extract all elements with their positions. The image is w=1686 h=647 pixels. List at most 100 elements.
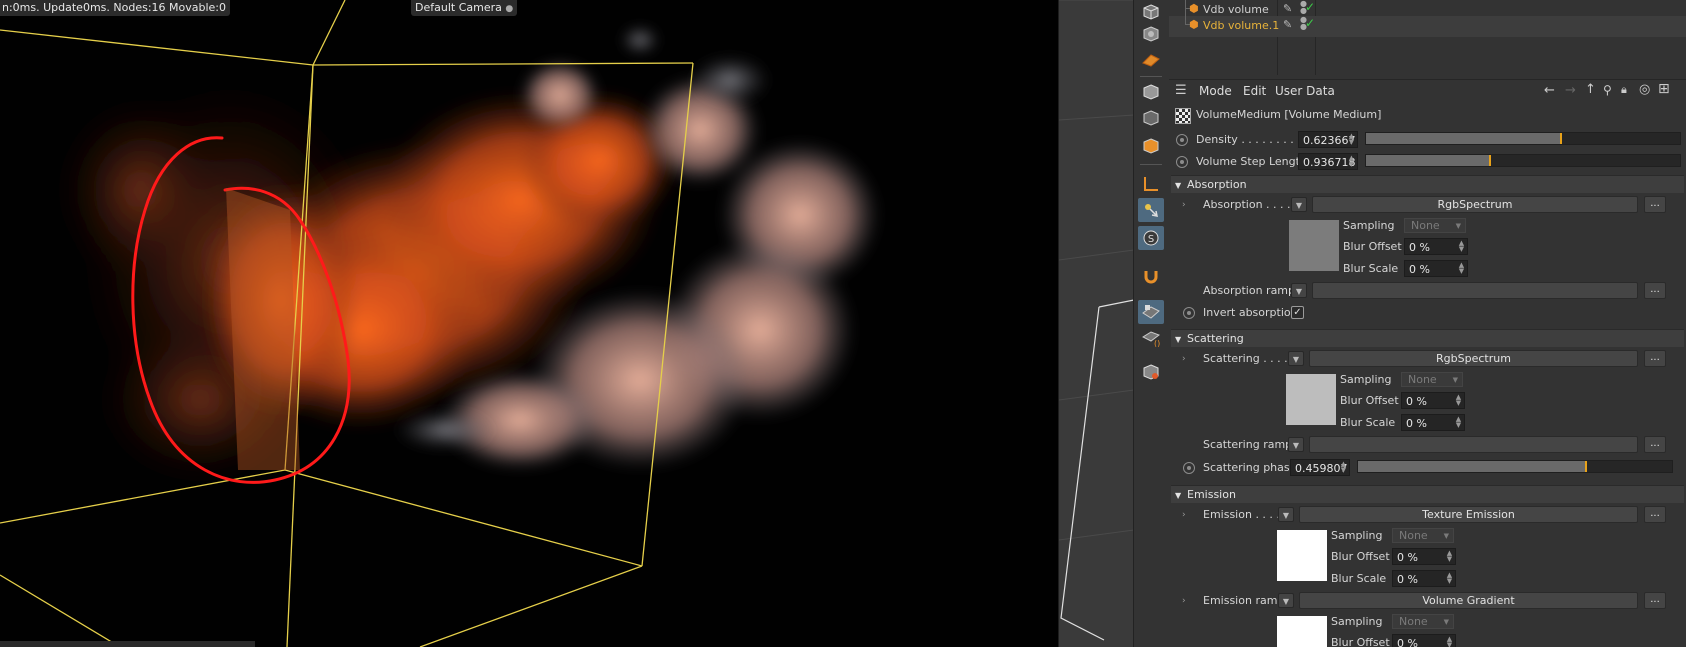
forward-arrow-icon[interactable]: → [1565, 83, 1576, 98]
scattering-shader-button[interactable]: RgbSpectrum [1309, 350, 1638, 367]
svg-text:(): () [1154, 339, 1160, 347]
step-length-slider-handle[interactable] [1489, 155, 1491, 166]
grid-lock-icon[interactable] [1138, 300, 1164, 324]
svg-text:S: S [1148, 234, 1154, 245]
blur-offset-field[interactable]: 0 % ▲ ▼ [1392, 634, 1456, 647]
camera-selector[interactable]: Default Camera ● [411, 0, 518, 16]
more-options-button[interactable]: ... [1644, 196, 1666, 213]
collapse-triangle-icon[interactable]: ▼ [1171, 487, 1187, 504]
edit-icon[interactable]: ✎ [1283, 2, 1292, 15]
more-options-button[interactable]: ... [1644, 436, 1666, 453]
sampling-select[interactable]: None ▼ [1392, 528, 1454, 543]
dropdown-chevron-icon[interactable]: ▼ [1278, 593, 1294, 608]
more-options-button[interactable]: ... [1644, 282, 1666, 299]
search-icon[interactable]: ⚲ [1603, 83, 1612, 97]
emission-swatch[interactable] [1277, 530, 1327, 581]
absorption-swatch[interactable] [1289, 220, 1339, 271]
dropdown-chevron-icon[interactable]: ▼ [1278, 507, 1294, 522]
camera-icon[interactable]: ● [505, 4, 513, 14]
expand-chevron-icon[interactable]: › [1182, 596, 1186, 606]
expand-chevron-icon[interactable]: › [1182, 200, 1186, 210]
keyframe-radio[interactable] [1176, 156, 1188, 168]
target-icon[interactable]: ◎ [1639, 82, 1650, 97]
render-viewport[interactable]: n:0ms. Update0ms. Nodes:16 Movable:0 Def… [0, 0, 1058, 647]
menu-edit[interactable]: Edit [1243, 84, 1266, 98]
spinner-icon[interactable]: ▲ ▼ [1348, 133, 1355, 146]
polygon-cube-icon[interactable] [1138, 134, 1164, 158]
dropdown-chevron-icon[interactable]: ▼ [1291, 197, 1307, 212]
keyframe-radio[interactable] [1176, 134, 1188, 146]
keyframe-radio[interactable] [1183, 307, 1195, 319]
s-circle-icon[interactable]: S [1138, 226, 1164, 250]
viewport-canvas[interactable] [0, 0, 1058, 647]
up-arrow-icon[interactable]: ↑ [1585, 82, 1596, 97]
material-checker-icon [1175, 108, 1191, 124]
spinner-icon[interactable]: ▲ ▼ [1348, 155, 1355, 168]
dropdown-chevron-icon[interactable]: ▼ [1288, 351, 1304, 366]
dropdown-chevron-icon[interactable]: ▼ [1288, 437, 1304, 452]
more-options-button[interactable]: ... [1644, 350, 1666, 367]
blur-scale-field[interactable]: 0 % ▲ ▼ [1392, 570, 1456, 587]
blur-offset-field[interactable]: 0 % ▲ ▼ [1392, 548, 1456, 565]
density-field[interactable]: 0.623667 ▲ ▼ [1298, 131, 1358, 148]
sampling-value: None [1411, 219, 1440, 232]
render-cube-icon[interactable] [1138, 360, 1164, 384]
expand-chevron-icon[interactable]: › [1182, 354, 1186, 364]
menu-mode[interactable]: Mode [1199, 84, 1232, 98]
new-panel-icon[interactable]: ⊞ [1658, 81, 1670, 97]
step-length-field[interactable]: 0.936718 ▲ ▼ [1298, 153, 1358, 170]
blur-offset-field[interactable]: 0 % ▲ ▼ [1404, 238, 1468, 255]
emission-ramp-button[interactable]: Volume Gradient [1299, 592, 1638, 609]
cube-icon[interactable] [1138, 0, 1164, 24]
expand-chevron-icon[interactable]: › [1182, 510, 1186, 520]
menu-user-data[interactable]: User Data [1275, 84, 1335, 98]
snap-cursor-icon[interactable] [1138, 198, 1164, 222]
enabled-check-icon[interactable]: ✓ [1305, 0, 1315, 14]
viewport-scrollbar[interactable] [0, 641, 255, 647]
magnet-icon[interactable] [1138, 264, 1164, 288]
more-options-button[interactable]: ... [1644, 592, 1666, 609]
collapse-triangle-icon[interactable]: ▼ [1171, 331, 1187, 348]
hamburger-menu-icon[interactable]: ☰ [1175, 83, 1187, 98]
scattering-swatch[interactable] [1286, 374, 1336, 425]
density-slider-handle[interactable] [1560, 133, 1562, 144]
object-row-selected[interactable]: ⬢ Vdb volume.1 ✎ ● ● ✓ [1169, 16, 1686, 37]
secondary-viewport[interactable] [1058, 0, 1134, 647]
emission-section[interactable]: ▼ Emission [1171, 485, 1684, 503]
scattering-phase-field[interactable]: 0.459807 ▲ ▼ [1290, 459, 1350, 476]
scattering-section[interactable]: ▼ Scattering [1171, 329, 1684, 347]
collapse-triangle-icon[interactable]: ▼ [1171, 177, 1187, 194]
back-arrow-icon[interactable]: ← [1544, 83, 1555, 98]
absorption-ramp-button[interactable] [1312, 282, 1638, 299]
blur-scale-field[interactable]: 0 % ▲ ▼ [1404, 260, 1468, 277]
blur-scale-field[interactable]: 0 % ▲ ▼ [1401, 414, 1465, 431]
step-length-slider[interactable] [1365, 154, 1681, 167]
grid-parametric-icon[interactable]: () [1138, 326, 1164, 350]
keyframe-radio[interactable] [1183, 462, 1195, 474]
point-cube-icon[interactable] [1138, 106, 1164, 130]
more-options-button[interactable]: ... [1644, 506, 1666, 523]
lock-icon[interactable]: 🔒︎ [1621, 83, 1627, 97]
sampling-select[interactable]: None ▼ [1401, 372, 1463, 387]
axis-icon[interactable] [1138, 172, 1164, 196]
dropdown-chevron-icon[interactable]: ▼ [1291, 283, 1307, 298]
density-slider[interactable] [1365, 132, 1681, 145]
emission-shader-button[interactable]: Texture Emission [1299, 506, 1638, 523]
absorption-shader-button[interactable]: RgbSpectrum [1312, 196, 1638, 213]
spinner-icon[interactable]: ▲ ▼ [1340, 461, 1347, 474]
object-name: Vdb volume [1203, 3, 1269, 16]
scattering-ramp-button[interactable] [1309, 436, 1638, 453]
blur-offset-field[interactable]: 0 % ▲ ▼ [1401, 392, 1465, 409]
edit-icon[interactable]: ✎ [1283, 18, 1292, 31]
invert-absorption-checkbox[interactable]: ✓ [1291, 306, 1304, 319]
checker-grid-icon[interactable] [1138, 48, 1164, 72]
scattering-phase-slider-handle[interactable] [1585, 461, 1587, 472]
texture-cube-icon[interactable] [1138, 22, 1164, 46]
sampling-select[interactable]: None ▼ [1392, 614, 1454, 629]
scattering-phase-slider[interactable] [1357, 460, 1673, 473]
emission-ramp-swatch[interactable] [1277, 616, 1327, 647]
model-cube-icon[interactable] [1138, 80, 1164, 104]
absorption-section[interactable]: ▼ Absorption [1171, 175, 1684, 193]
sampling-select[interactable]: None ▼ [1404, 218, 1466, 233]
enabled-check-icon[interactable]: ✓ [1305, 16, 1315, 30]
